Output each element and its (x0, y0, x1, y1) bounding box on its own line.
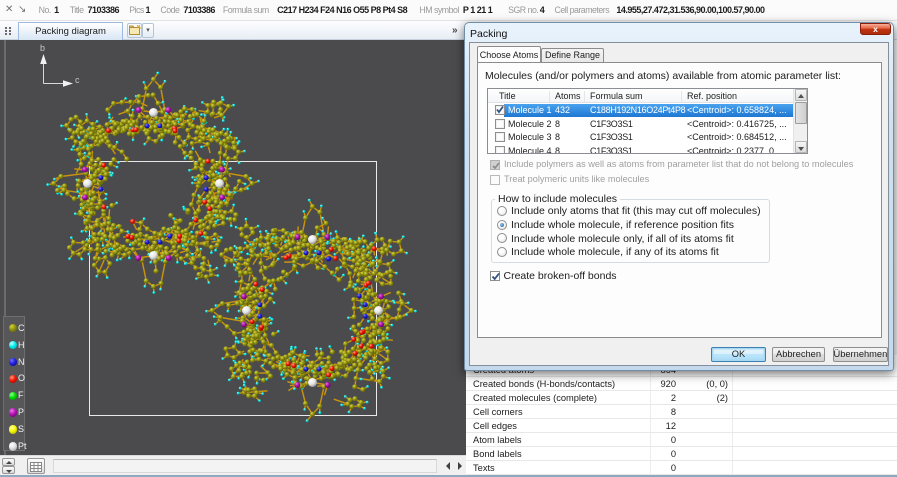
svg-text:b: b (40, 43, 45, 53)
svg-text:c: c (75, 75, 80, 85)
